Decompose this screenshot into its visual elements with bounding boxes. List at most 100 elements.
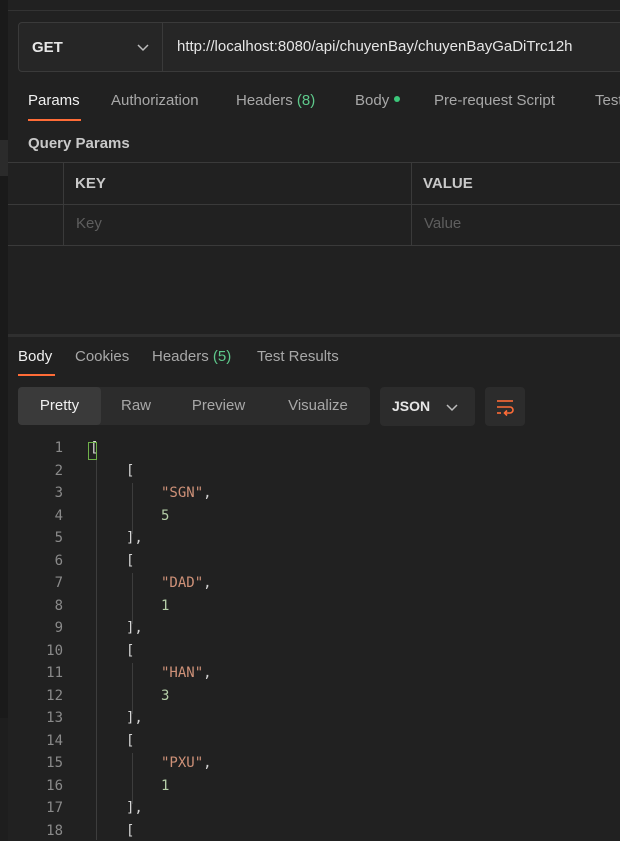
code-text: "DAD", <box>161 575 212 591</box>
code-text: [ <box>126 642 135 659</box>
view-visualize-button[interactable]: Visualize <box>266 387 370 425</box>
response-headers-count-badge: (5) <box>212 348 232 365</box>
code-text: ], <box>126 620 143 636</box>
code-line: 1[ <box>8 440 620 463</box>
code-line: 10 [ <box>8 643 620 666</box>
line-number: 14 <box>46 732 63 749</box>
response-tab-cookies[interactable]: Cookies <box>75 348 129 365</box>
code-line: 45 <box>8 508 620 531</box>
code-text: 1 <box>161 777 170 794</box>
code-line: 3 "SGN", <box>8 485 620 508</box>
line-number: 1 <box>54 440 63 456</box>
table-row-divider <box>8 204 620 205</box>
value-input[interactable]: Value <box>424 215 461 232</box>
format-label: JSON <box>392 398 431 414</box>
key-input[interactable]: Key <box>76 215 102 232</box>
method-dropdown[interactable]: GET <box>19 23 163 71</box>
tab-headers[interactable]: Headers (8) <box>236 92 315 109</box>
sidebar-edge-highlight <box>0 140 8 176</box>
code-line: 15 "PXU", <box>8 755 620 778</box>
code-text: ], <box>126 800 143 816</box>
line-number: 6 <box>54 552 63 569</box>
line-number: 3 <box>54 485 63 501</box>
line-number: 16 <box>46 777 63 794</box>
code-text: "SGN", <box>161 485 212 501</box>
column-header-value: VALUE <box>423 175 473 192</box>
response-tab-body[interactable]: Body <box>18 348 52 365</box>
bracket-match-highlight <box>88 442 97 460</box>
sidebar-edge <box>0 0 8 841</box>
line-number: 15 <box>46 755 63 771</box>
code-line: 17], <box>8 800 620 823</box>
code-text: "PXU", <box>161 755 212 771</box>
code-text: [ <box>126 552 135 569</box>
line-number: 7 <box>54 575 63 591</box>
wrap-lines-icon <box>497 400 514 417</box>
url-input[interactable]: http://localhost:8080/api/chuyenBay/chuy… <box>177 38 573 55</box>
line-number: 8 <box>54 597 63 614</box>
pane-resize-handle[interactable] <box>8 334 620 337</box>
code-line: 5], <box>8 530 620 553</box>
code-line: 7 "DAD", <box>8 575 620 598</box>
line-number: 4 <box>54 507 63 524</box>
view-preview-button[interactable]: Preview <box>171 387 266 425</box>
line-number: 9 <box>54 620 63 636</box>
table-border-bottom <box>8 245 620 246</box>
tab-tests[interactable]: Tests <box>595 92 620 109</box>
code-line: 9], <box>8 620 620 643</box>
code-line: 6[ <box>8 553 620 576</box>
code-line: 13], <box>8 710 620 733</box>
query-params-table: KEY VALUE Key Value <box>8 162 620 246</box>
top-divider <box>8 10 620 11</box>
code-text: [ <box>126 462 135 479</box>
line-number: 2 <box>54 462 63 479</box>
code-text: ], <box>126 530 143 546</box>
code-text: ], <box>126 710 143 726</box>
code-text: [ <box>126 822 135 839</box>
code-text: 1 <box>161 597 170 614</box>
table-col-divider <box>63 162 64 246</box>
chevron-down-icon <box>446 404 458 412</box>
table-col-divider <box>411 162 412 246</box>
code-line: 12 3 <box>8 688 620 711</box>
column-header-key: KEY <box>75 175 106 192</box>
sidebar-edge-lower <box>0 718 8 841</box>
line-number: 10 <box>46 642 63 659</box>
code-text: 3 <box>161 687 170 704</box>
format-dropdown[interactable]: JSON <box>380 387 475 426</box>
view-pretty-button[interactable]: Pretty <box>18 387 101 425</box>
tab-prerequest-script[interactable]: Pre-request Script <box>434 92 555 109</box>
code-text: "HAN", <box>161 665 212 681</box>
wrap-lines-button[interactable] <box>485 387 525 426</box>
line-number: 12 <box>46 687 63 704</box>
headers-count-badge: (8) <box>296 92 316 109</box>
code-text: [ <box>126 732 135 749</box>
response-body-viewer[interactable]: 1[2[3 "SGN", 4 5 5], 6[7 "DAD", 8 1 9], 10[11 "HAN"… <box>8 440 620 841</box>
tab-authorization[interactable]: Authorization <box>111 92 199 109</box>
tab-params[interactable]: Params <box>28 92 80 109</box>
table-border-top <box>8 162 620 163</box>
tab-body-label: Body <box>355 92 390 109</box>
line-number: 18 <box>46 822 63 839</box>
response-tab-test-results[interactable]: Test Results <box>257 348 339 365</box>
line-number: 13 <box>46 710 63 726</box>
response-active-tab-indicator <box>18 374 55 376</box>
body-indicator-dot <box>394 96 401 103</box>
line-number: 17 <box>46 800 63 816</box>
code-line: 16 1 <box>8 778 620 801</box>
view-raw-button[interactable]: Raw <box>101 387 171 425</box>
query-params-title: Query Params <box>28 135 130 152</box>
tab-headers-label: Headers <box>236 92 293 109</box>
line-number: 11 <box>46 665 63 681</box>
code-line: 2[ <box>8 463 620 486</box>
code-line: 18 [ <box>8 823 620 841</box>
request-tabs: Params Authorization Headers (8) Body Pr… <box>18 92 620 122</box>
code-text: 5 <box>161 507 170 524</box>
code-line: 81 <box>8 598 620 621</box>
code-line: 11 "HAN", <box>8 665 620 688</box>
code-line: 14 [ <box>8 733 620 756</box>
tab-body[interactable]: Body <box>355 92 401 109</box>
response-tab-headers[interactable]: Headers (5) <box>152 348 231 365</box>
url-bar: GET http://localhost:8080/api/chuyenBay/… <box>18 22 620 72</box>
method-label: GET <box>32 39 63 56</box>
